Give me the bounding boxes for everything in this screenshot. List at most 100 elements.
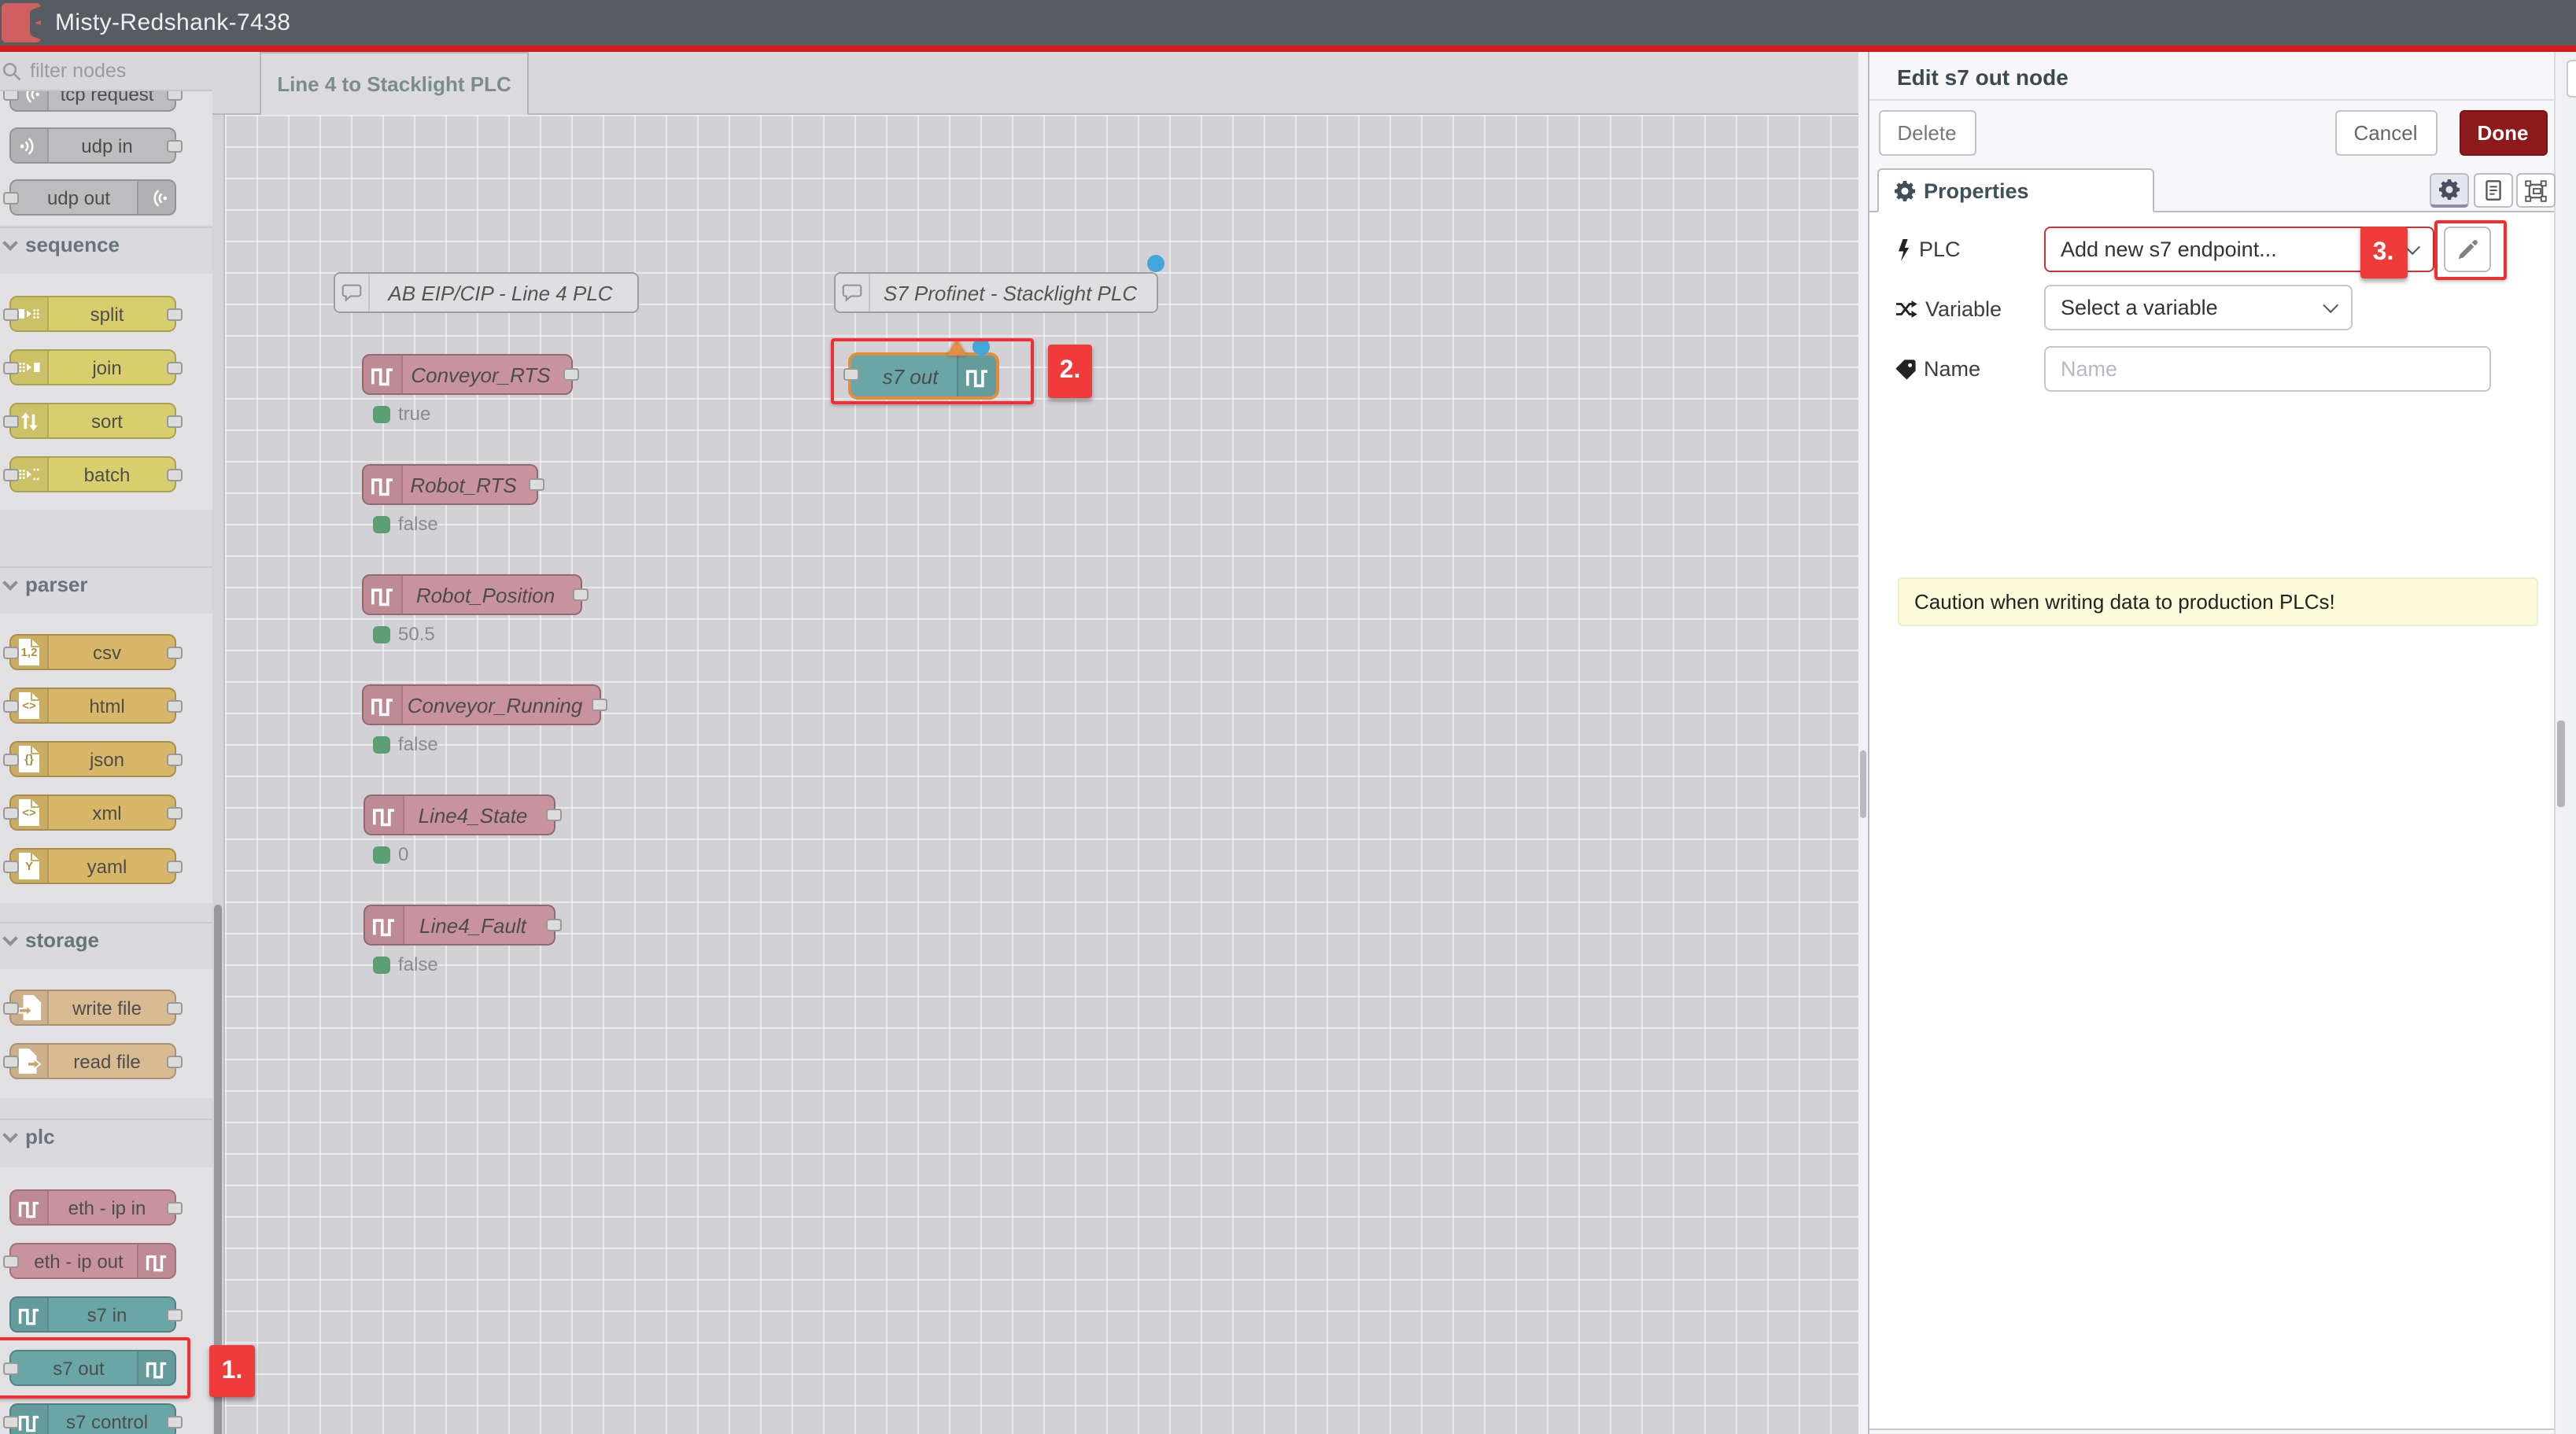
output-port[interactable] bbox=[167, 754, 183, 766]
palette-node-batch[interactable]: batch bbox=[9, 456, 176, 492]
description-view-button[interactable] bbox=[2473, 173, 2512, 208]
input-port[interactable] bbox=[3, 308, 19, 321]
palette-category-storage[interactable]: storage bbox=[0, 922, 212, 957]
palette-category-plc[interactable]: plc bbox=[0, 1119, 212, 1153]
palette-node-xml[interactable]: <> xml bbox=[9, 794, 176, 831]
status-dot-icon bbox=[373, 625, 390, 643]
palette-node-csv[interactable]: 1,2 csv bbox=[9, 634, 176, 670]
input-port[interactable] bbox=[3, 91, 19, 101]
workspace-tab-bar: Line 4 to Stacklight PLC bbox=[212, 52, 1866, 115]
chevron-down-icon bbox=[2, 931, 18, 946]
output-port[interactable] bbox=[167, 1416, 183, 1428]
panel-tab-bar: Properties bbox=[1869, 168, 2554, 212]
gear-icon bbox=[2438, 179, 2459, 200]
output-port[interactable] bbox=[592, 699, 607, 711]
cancel-button[interactable]: Cancel bbox=[2334, 110, 2437, 156]
document-icon bbox=[2482, 179, 2503, 201]
panel-scrollbar-thumb[interactable] bbox=[2557, 721, 2564, 807]
properties-view-button[interactable] bbox=[2429, 173, 2468, 208]
output-port[interactable] bbox=[167, 861, 183, 873]
delete-button[interactable]: Delete bbox=[1878, 110, 1976, 156]
palette-node-tcp-request[interactable]: tcp request bbox=[9, 91, 176, 112]
input-port[interactable] bbox=[3, 754, 19, 766]
flow-node-line4-state[interactable]: Line4_State bbox=[364, 794, 555, 835]
comment-node-s7-profinet[interactable]: S7 Profinet - Stacklight PLC bbox=[834, 272, 1158, 313]
output-port[interactable] bbox=[167, 1056, 183, 1068]
output-port[interactable] bbox=[167, 1309, 183, 1322]
palette-node-sort[interactable]: sort bbox=[9, 403, 176, 439]
flow-node-conveyor-running[interactable]: Conveyor_Running bbox=[362, 684, 601, 725]
input-port[interactable] bbox=[3, 807, 19, 820]
palette-category-sequence[interactable]: sequence bbox=[0, 227, 212, 261]
input-port[interactable] bbox=[3, 469, 19, 481]
output-port[interactable] bbox=[167, 469, 183, 481]
input-port[interactable] bbox=[3, 700, 19, 713]
output-port[interactable] bbox=[546, 919, 562, 931]
square-wave-icon bbox=[364, 686, 403, 724]
input-port[interactable] bbox=[3, 192, 19, 205]
palette-node-s7-in[interactable]: s7 in bbox=[9, 1296, 176, 1333]
canvas-scrollbar-track bbox=[1858, 52, 1867, 1434]
right-edge-button[interactable] bbox=[2566, 60, 2576, 98]
input-port[interactable] bbox=[3, 1255, 19, 1268]
output-port[interactable] bbox=[529, 478, 544, 491]
input-port[interactable] bbox=[3, 1416, 19, 1428]
output-port[interactable] bbox=[167, 1202, 183, 1215]
output-port[interactable] bbox=[167, 362, 183, 374]
output-port[interactable] bbox=[167, 807, 183, 820]
search-input[interactable] bbox=[27, 58, 200, 83]
flow-node-conveyor-rts[interactable]: Conveyor_RTS bbox=[362, 354, 573, 395]
input-port[interactable] bbox=[3, 362, 19, 374]
palette-node-join[interactable]: join bbox=[9, 349, 176, 385]
input-port[interactable] bbox=[3, 861, 19, 873]
output-port[interactable] bbox=[167, 415, 183, 428]
annotation-badge-2: 2. bbox=[1048, 345, 1092, 398]
panel-bottom-border bbox=[1869, 1428, 2554, 1429]
palette-node-html[interactable]: <> html bbox=[9, 688, 176, 724]
output-port[interactable] bbox=[167, 91, 183, 101]
palette-node-read-file[interactable]: read file bbox=[9, 1043, 176, 1079]
done-button[interactable]: Done bbox=[2459, 110, 2547, 156]
node-status: false bbox=[373, 513, 438, 535]
input-port[interactable] bbox=[3, 415, 19, 428]
palette-node-eth-ip-out[interactable]: eth - ip out bbox=[9, 1243, 176, 1279]
wireless-icon bbox=[11, 129, 49, 162]
output-port[interactable] bbox=[546, 809, 562, 821]
output-port[interactable] bbox=[167, 700, 183, 713]
canvas-scrollbar-thumb[interactable] bbox=[1860, 750, 1866, 818]
tab-line4-to-stacklight-plc[interactable]: Line 4 to Stacklight PLC bbox=[260, 52, 529, 115]
appearance-view-button[interactable] bbox=[2515, 173, 2555, 208]
flow-node-robot-position[interactable]: Robot_Position bbox=[362, 574, 582, 615]
palette-node-eth-ip-in[interactable]: eth - ip in bbox=[9, 1189, 176, 1226]
output-port[interactable] bbox=[563, 368, 579, 381]
flow-node-robot-rts[interactable]: Robot_RTS bbox=[362, 464, 538, 505]
comment-node-ab-eip[interactable]: AB EIP/CIP - Line 4 PLC bbox=[334, 272, 639, 313]
palette-node-yaml[interactable]: Y yaml bbox=[9, 848, 176, 884]
right-edge-strip bbox=[2564, 52, 2576, 1434]
input-port[interactable] bbox=[3, 647, 19, 659]
name-field-label: Name bbox=[1894, 357, 1980, 381]
output-port[interactable] bbox=[167, 647, 183, 659]
name-input[interactable] bbox=[2043, 346, 2490, 392]
status-dot-icon bbox=[373, 735, 390, 753]
output-port[interactable] bbox=[167, 1002, 183, 1015]
variable-select[interactable]: Select a variable bbox=[2043, 285, 2352, 330]
square-wave-icon bbox=[365, 906, 404, 944]
node-status: false bbox=[373, 953, 438, 975]
palette-category-parser[interactable]: parser bbox=[0, 566, 212, 601]
palette-node-udp-out[interactable]: udp out bbox=[9, 179, 176, 216]
input-port[interactable] bbox=[3, 1002, 19, 1015]
flow-node-line4-fault[interactable]: Line4_Fault bbox=[364, 905, 555, 946]
node-red-logo bbox=[2, 3, 41, 42]
palette-node-write-file[interactable]: write file bbox=[9, 990, 176, 1026]
output-port[interactable] bbox=[573, 588, 589, 601]
palette-node-split[interactable]: split bbox=[9, 296, 176, 332]
palette-node-s7-control[interactable]: s7 control bbox=[9, 1403, 176, 1434]
input-port[interactable] bbox=[3, 1056, 19, 1068]
tab-properties[interactable]: Properties bbox=[1877, 168, 2153, 212]
output-port[interactable] bbox=[167, 140, 183, 153]
palette-node-json[interactable]: {} json bbox=[9, 741, 176, 777]
palette-node-udp-in[interactable]: udp in bbox=[9, 127, 176, 164]
flow-canvas[interactable]: AB EIP/CIP - Line 4 PLC S7 Profinet - St… bbox=[225, 115, 1858, 1434]
output-port[interactable] bbox=[167, 308, 183, 321]
